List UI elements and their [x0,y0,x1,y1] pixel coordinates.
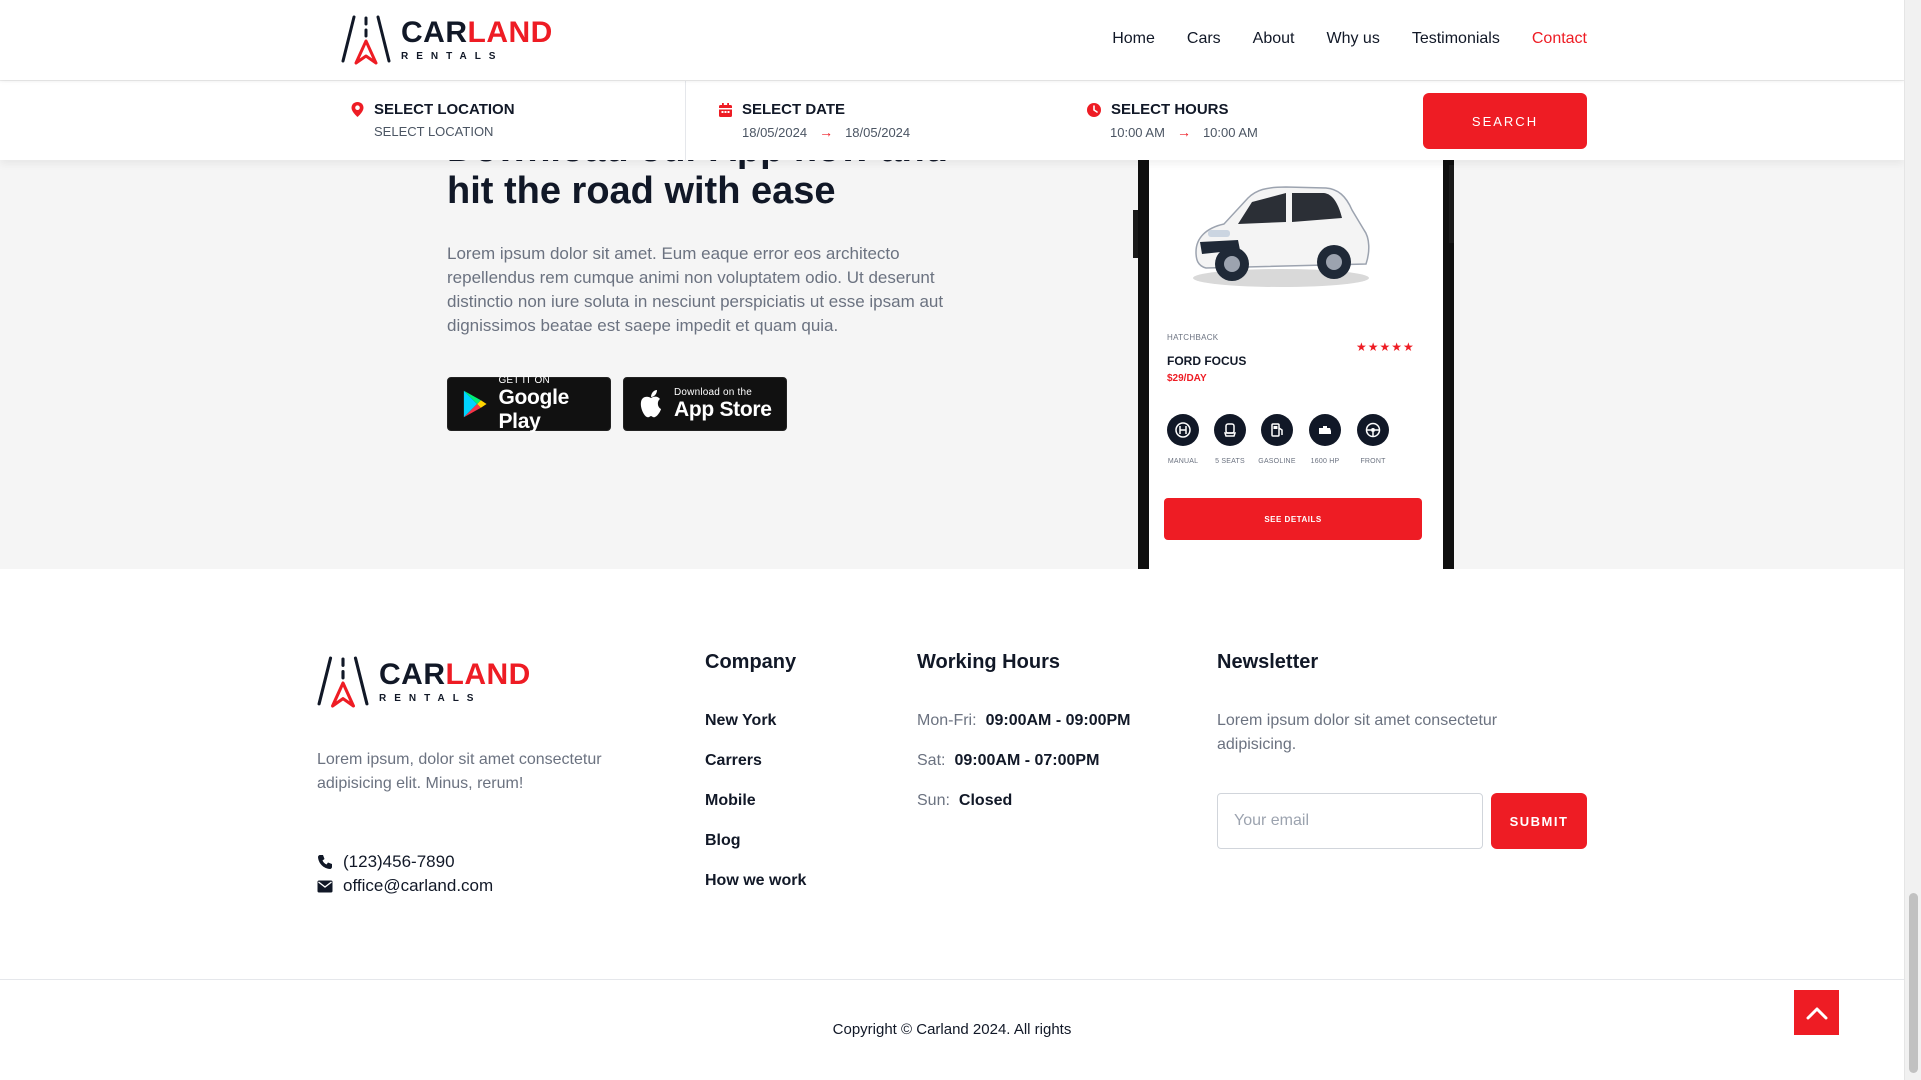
booking-divider [685,81,686,161]
car-name: FORD FOCUS [1167,354,1247,368]
map-pin-icon [351,102,364,117]
arrow-right-icon: → [819,124,834,140]
hours-day: Sun: [917,792,950,809]
hours-from: 10:00 AM [1110,124,1165,140]
company-link-blog[interactable]: Blog [705,832,741,850]
steering-wheel-icon [1357,414,1389,446]
booking-bar: SELECT LOCATION SELECT LOCATION SELECT D… [0,80,1904,161]
seat-icon [1214,414,1246,446]
app-store-big-text: App Store [674,397,772,421]
date-to: 18/05/2024 [845,124,911,140]
nav-why-us[interactable]: Why us [1326,30,1379,48]
company-link-how-we-work[interactable]: How we work [705,872,806,890]
company-title: Company [705,651,797,673]
hours-day: Sat: [917,752,946,769]
logo-subtitle: RENTALS [379,693,482,704]
hours-day: Mon-Fri: [917,712,977,729]
contact-email-text: office@carland.com [343,876,494,895]
road-logo-icon [317,656,369,708]
company-link-carrers[interactable]: Carrers [705,752,762,770]
back-to-top-button[interactable] [1794,990,1839,1035]
logo-text-land: LAND [467,16,553,49]
page: Download our App now and hit the road wi… [0,0,1904,1080]
gearbox-icon [1167,414,1199,446]
app-store-small-text: Download on the [674,386,753,398]
contact-phone[interactable]: (123)456-7890 [317,852,455,872]
google-play-small-text: GET IT ON [498,374,550,386]
brand-logo[interactable]: CARLAND RENTALS [341,15,553,65]
road-logo-icon [341,15,391,65]
footer-logo[interactable]: CARLAND RENTALS [317,656,531,708]
nav-testimonials[interactable]: Testimonials [1412,30,1500,48]
car-image [1193,186,1370,287]
date-title: SELECT DATE [742,101,846,118]
envelope-icon [317,880,333,892]
nav-about[interactable]: About [1253,30,1295,48]
location-title: SELECT LOCATION [374,101,515,118]
see-details-button[interactable]: SEE DETAILS [1164,498,1422,540]
hours-row: Mon-Fri: 09:00AM - 09:00PM [917,712,1131,730]
select-location[interactable]: SELECT LOCATION SELECT LOCATION [350,101,515,139]
phone-side-button [1449,165,1454,243]
engine-icon [1309,414,1341,446]
footer-about-text: Lorem ipsum, dolor sit amet consectetur … [317,751,602,792]
clock-icon [1087,102,1101,117]
navbar: CARLAND RENTALS Home Cars About Why us T… [0,0,1904,80]
page-scrollbar[interactable] [1904,0,1921,1080]
logo-subtitle: RENTALS [401,51,504,62]
company-link-mobile[interactable]: Mobile [705,792,756,810]
car-price: $29/DAY [1167,373,1207,384]
spec-label: FRONT [1360,458,1386,465]
calendar-icon [719,102,732,117]
hours-row: Sun: Closed [917,792,1012,810]
chevron-up-icon [1806,1007,1827,1019]
hours-time: 09:00AM - 07:00PM [954,752,1100,769]
date-from: 18/05/2024 [742,124,808,140]
contact-email[interactable]: office@carland.com [317,876,493,896]
app-description: Lorem ipsum dolor sit amet. Eum eaque er… [447,244,944,335]
fuel-pump-icon [1261,414,1293,446]
main-nav: Home Cars About Why us Testimonials Cont… [1080,30,1587,48]
app-store-button[interactable]: Download on the App Store [623,377,787,431]
car-category: HATCHBACK [1167,333,1219,342]
location-value: SELECT LOCATION [374,124,494,139]
select-date[interactable]: SELECT DATE 18/05/2024 → 18/05/2024 [718,101,910,140]
newsletter-submit-button[interactable]: SUBMIT [1491,793,1587,849]
rating-stars: ★★★★★ [1356,340,1415,354]
hours-row: Sat: 09:00AM - 07:00PM [917,752,1099,770]
nav-cars[interactable]: Cars [1187,30,1221,48]
hours-time: Closed [958,792,1013,809]
contact-phone-text: (123)456-7890 [343,852,455,871]
apple-icon [640,390,661,418]
newsletter-email-input[interactable] [1217,793,1483,849]
logo-text-land: LAND [445,658,531,691]
logo-text-car: CAR [401,16,468,49]
hours-time: 09:00AM - 09:00PM [985,712,1131,729]
working-hours-title: Working Hours [917,651,1060,673]
nav-home[interactable]: Home [1112,30,1155,48]
phone-side-button [1133,210,1138,258]
newsletter-title: Newsletter [1217,651,1319,673]
nav-contact[interactable]: Contact [1532,30,1587,48]
newsletter-description: Lorem ipsum dolor sit amet consectetur a… [1217,712,1498,753]
select-hours[interactable]: SELECT HOURS 10:00 AM → 10:00 AM [1086,101,1258,140]
app-heading-line-2: hit the road with ease [447,170,836,212]
google-play-icon [463,390,487,418]
phone-icon [318,855,332,869]
company-link-new-york[interactable]: New York [705,712,776,730]
spec-item: FRONT [1345,414,1401,465]
copyright-text: Copyright © Carland 2024. All rights [832,1021,1072,1038]
logo-text-car: CAR [379,658,446,691]
google-play-button[interactable]: GET IT ON Google Play [447,374,611,433]
arrow-right-icon: → [1176,124,1191,140]
hours-to: 10:00 AM [1202,124,1258,140]
scrollbar-thumb[interactable] [1909,893,1918,1073]
hours-title: SELECT HOURS [1111,101,1229,118]
google-play-big-text: Google Play [498,385,569,433]
footer-divider [0,979,1904,980]
search-button[interactable]: SEARCH [1423,93,1587,149]
